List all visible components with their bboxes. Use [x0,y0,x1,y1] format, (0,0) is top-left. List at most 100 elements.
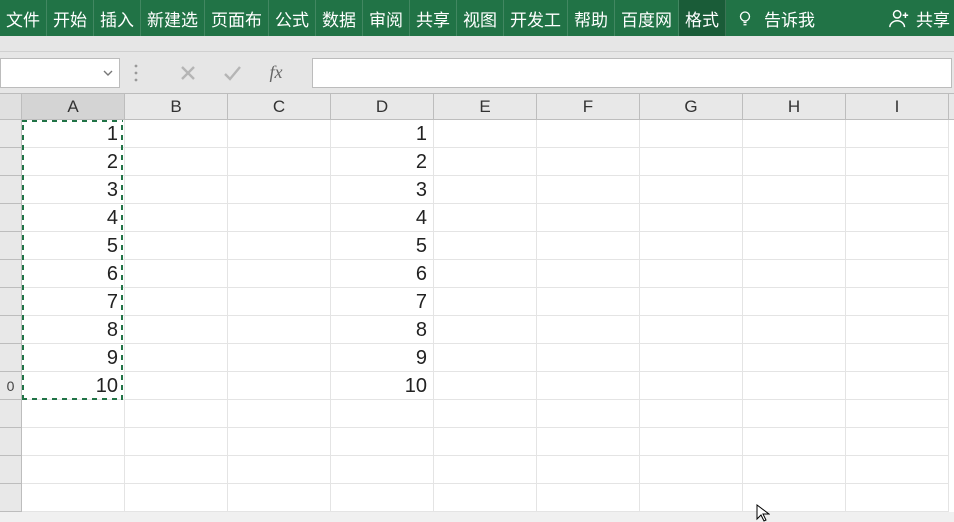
row-header[interactable] [0,204,22,232]
cell[interactable] [640,372,743,400]
cell[interactable] [537,372,640,400]
cell[interactable]: 4 [331,204,434,232]
cell[interactable] [846,120,949,148]
cell[interactable] [228,148,331,176]
cell[interactable] [743,428,846,456]
cell[interactable] [640,288,743,316]
col-header-E[interactable]: E [434,94,537,119]
cell[interactable] [846,288,949,316]
tab-layout[interactable]: 页面布 [205,0,269,36]
tab-format[interactable]: 格式 [679,0,726,36]
cell[interactable] [846,344,949,372]
cell[interactable] [125,148,228,176]
cell[interactable] [846,456,949,484]
cell[interactable] [228,400,331,428]
cell[interactable] [640,316,743,344]
row-header[interactable] [0,316,22,344]
row-header[interactable] [0,344,22,372]
cell[interactable] [537,484,640,512]
cell[interactable]: 3 [331,176,434,204]
tab-share[interactable]: 共享 [410,0,457,36]
cell[interactable] [846,260,949,288]
row-header[interactable] [0,176,22,204]
row-header[interactable] [0,400,22,428]
cell[interactable] [743,176,846,204]
row-header[interactable]: 0 [0,372,22,400]
cell[interactable] [537,120,640,148]
col-header-G[interactable]: G [640,94,743,119]
cell[interactable] [537,232,640,260]
cell[interactable] [434,176,537,204]
cell[interactable] [743,456,846,484]
cell[interactable] [125,176,228,204]
tab-dev[interactable]: 开发工 [504,0,568,36]
cell[interactable] [125,484,228,512]
cell[interactable]: 1 [331,120,434,148]
tab-data[interactable]: 数据 [316,0,363,36]
cell[interactable] [537,456,640,484]
cell[interactable] [228,288,331,316]
cell[interactable]: 6 [22,260,125,288]
cell[interactable] [125,428,228,456]
cell[interactable] [22,456,125,484]
row-header[interactable] [0,260,22,288]
cancel-edit-button[interactable] [177,62,199,84]
cell[interactable] [228,120,331,148]
cell[interactable] [434,148,537,176]
cell[interactable] [434,316,537,344]
select-all-corner[interactable] [0,94,22,119]
cell[interactable]: 5 [22,232,125,260]
cell[interactable] [228,232,331,260]
cell[interactable] [228,456,331,484]
tab-review[interactable]: 审阅 [363,0,410,36]
share-button[interactable]: 共享 [888,0,954,36]
cell[interactable] [640,400,743,428]
cell[interactable] [846,316,949,344]
formula-input[interactable] [312,58,952,88]
cell[interactable] [434,372,537,400]
insert-function-button[interactable]: fx [265,62,287,84]
cell[interactable] [22,400,125,428]
cell[interactable] [640,120,743,148]
cell[interactable] [743,232,846,260]
cell[interactable] [228,260,331,288]
col-header-H[interactable]: H [743,94,846,119]
cell[interactable] [640,456,743,484]
row-header[interactable] [0,120,22,148]
cell[interactable] [846,176,949,204]
tab-file[interactable]: 文件 [0,0,47,36]
cell[interactable] [846,232,949,260]
cell[interactable] [331,428,434,456]
cell[interactable] [434,204,537,232]
cell[interactable] [434,288,537,316]
cell[interactable] [434,232,537,260]
col-header-A[interactable]: A [22,94,125,119]
cell[interactable] [640,260,743,288]
col-header-C[interactable]: C [228,94,331,119]
tab-baidu[interactable]: 百度网 [615,0,679,36]
cell[interactable] [537,344,640,372]
cell[interactable] [228,372,331,400]
tab-new[interactable]: 新建选 [141,0,205,36]
cell[interactable] [640,232,743,260]
cell[interactable] [228,316,331,344]
cell[interactable] [125,372,228,400]
cell[interactable]: 1 [22,120,125,148]
cell[interactable] [228,176,331,204]
cell[interactable] [743,400,846,428]
cell[interactable] [331,484,434,512]
cell[interactable] [331,400,434,428]
cell[interactable] [640,148,743,176]
cell[interactable] [434,344,537,372]
cell[interactable]: 5 [331,232,434,260]
cell[interactable] [537,148,640,176]
cell[interactable] [537,176,640,204]
row-header[interactable] [0,484,22,512]
cell[interactable] [846,484,949,512]
cell[interactable]: 3 [22,176,125,204]
cell[interactable] [743,316,846,344]
row-header[interactable] [0,428,22,456]
cell[interactable] [434,400,537,428]
cell[interactable] [743,260,846,288]
row-header[interactable] [0,456,22,484]
